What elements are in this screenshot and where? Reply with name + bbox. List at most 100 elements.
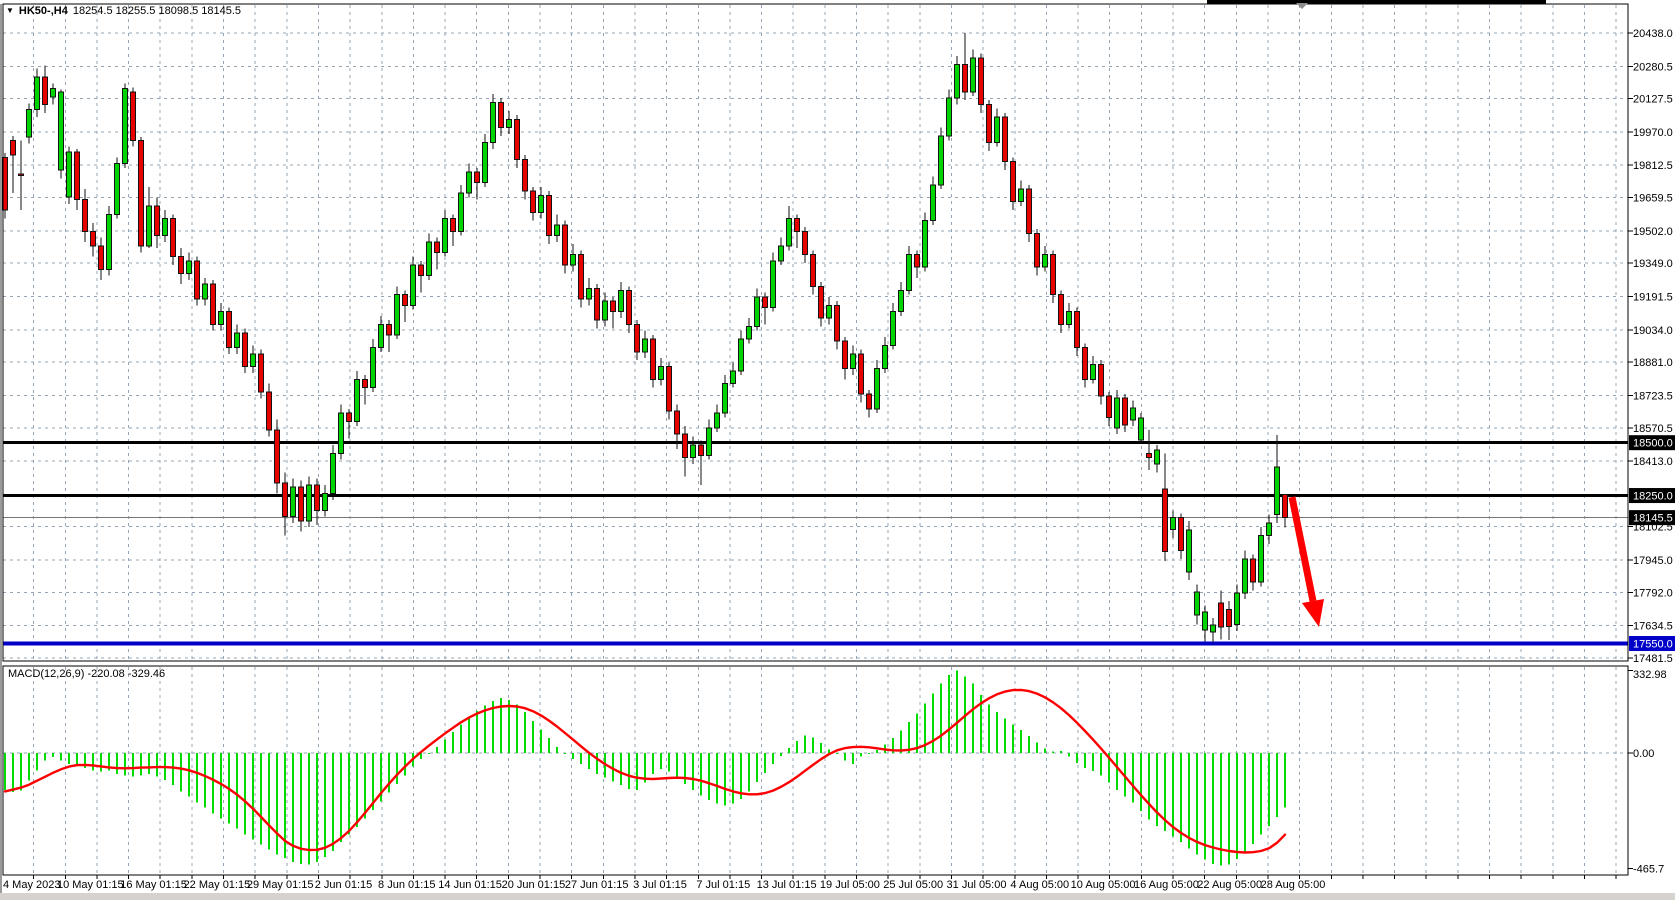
date-label: 19 Jul 05:00	[820, 879, 880, 891]
candle-bear	[387, 324, 392, 335]
candle-bull	[51, 89, 56, 97]
candle-bear	[987, 104, 992, 142]
candle-bear	[563, 225, 568, 265]
candle-bull	[771, 261, 776, 308]
candle-bull	[883, 345, 888, 368]
candle-bull	[1139, 418, 1144, 440]
candle-bear	[1083, 348, 1088, 380]
candle-bull	[947, 98, 952, 136]
candle-bull	[27, 110, 32, 137]
date-label: 2 Jun 01:15	[315, 879, 373, 891]
candle-bull	[939, 136, 944, 185]
candle-bear	[475, 172, 480, 183]
candle-bull	[427, 242, 432, 276]
candle-bear	[819, 286, 824, 318]
price-badge-label: 18500.0	[1633, 438, 1673, 450]
candle-bear	[19, 174, 24, 175]
candle-bear	[227, 312, 232, 348]
price-tick-label: 18570.5	[1633, 423, 1673, 435]
candle-bull	[507, 119, 512, 127]
candle-bear	[419, 265, 424, 276]
price-tick-label: 17481.5	[1633, 653, 1673, 665]
candle-bull	[1043, 255, 1048, 268]
date-label: 16 May 01:15	[120, 879, 187, 891]
window-bottom-strip	[0, 893, 1675, 900]
date-label: 3 Jul 01:15	[633, 879, 687, 891]
macd-tick-label: 332.98	[1633, 669, 1667, 681]
candle-bull	[1171, 518, 1176, 530]
price-tick-label: 18413.0	[1633, 456, 1673, 468]
candle-bull	[875, 369, 880, 409]
candle-bull	[491, 102, 496, 142]
candle-bear	[75, 152, 80, 200]
candle-bull	[1019, 189, 1024, 202]
candle-bear	[435, 242, 440, 253]
candle-bear	[131, 92, 136, 141]
date-label: 4 May 2023	[3, 879, 60, 891]
window-left-edge	[0, 4, 2, 893]
macd-tick-label: -465.7	[1633, 863, 1664, 875]
chart-canvas[interactable]: 20438.020280.520127.519970.019812.519659…	[0, 0, 1675, 900]
candle-bear	[1099, 364, 1104, 396]
candle-bear	[579, 255, 584, 299]
candle-bear	[843, 341, 848, 368]
candle-bear	[1123, 398, 1128, 425]
price-tick-label: 17945.0	[1633, 555, 1673, 567]
price-tick-label: 20127.5	[1633, 94, 1673, 106]
candle-bear	[531, 191, 536, 212]
candle-bull	[779, 246, 784, 261]
candle-bear	[979, 58, 984, 105]
candle-bull	[619, 290, 624, 311]
date-label: 14 Jun 01:15	[438, 879, 502, 891]
date-label: 22 Aug 05:00	[1197, 879, 1262, 891]
price-tick-label: 20280.5	[1633, 61, 1673, 73]
candle-bear	[403, 295, 408, 306]
candle-bear	[627, 290, 632, 324]
candle-bull	[1091, 364, 1096, 379]
candle-bull	[723, 383, 728, 413]
candle-bull	[1267, 523, 1272, 536]
candle-bear	[1147, 453, 1152, 457]
candle-bull	[995, 117, 1000, 142]
candle-bull	[643, 339, 648, 352]
date-label: 27 Jun 01:15	[565, 879, 629, 891]
candle-bear	[1219, 603, 1224, 627]
candle-bear	[635, 324, 640, 351]
symbol-dropdown-icon[interactable]: ▼	[6, 7, 14, 15]
candle-bull	[203, 284, 208, 299]
candle-bull	[571, 255, 576, 266]
symbol-title: HK50-,H4	[19, 5, 68, 17]
candle-bear	[1107, 396, 1112, 417]
candle-bear	[11, 140, 16, 155]
date-label: 13 Jul 01:15	[757, 879, 817, 891]
candle-bull	[379, 324, 384, 347]
candle-bull	[459, 193, 464, 231]
candle-bear	[763, 297, 768, 308]
candle-bear	[91, 231, 96, 246]
indicator-label: MACD(12,26,9) -220.08 -329.46	[8, 668, 165, 680]
candle-bull	[587, 288, 592, 299]
candle-bear	[299, 487, 304, 521]
candle-bull	[539, 195, 544, 212]
candle-bull	[307, 485, 312, 521]
candle-bull	[955, 64, 960, 98]
candle-bull	[971, 58, 976, 92]
chart-background	[0, 0, 1675, 900]
candle-bull	[731, 371, 736, 384]
candle-bear	[83, 200, 88, 232]
candle-bull	[339, 413, 344, 453]
date-label: 16 Aug 05:00	[1134, 879, 1199, 891]
price-tick-label: 17634.5	[1633, 621, 1673, 633]
candle-bull	[187, 261, 192, 274]
candle-bear	[1075, 312, 1080, 348]
top-frame-segment	[1207, 0, 1546, 4]
price-tick-label: 19659.5	[1633, 193, 1673, 205]
candle-bear	[347, 413, 352, 421]
macd-tick-label: 0.00	[1633, 748, 1654, 760]
candle-bear	[547, 195, 552, 235]
candle-bull	[251, 354, 256, 367]
price-tick-label: 17792.0	[1633, 587, 1673, 599]
candle-bull	[1203, 612, 1208, 630]
candle-bear	[803, 231, 808, 254]
candle-bear	[835, 305, 840, 341]
